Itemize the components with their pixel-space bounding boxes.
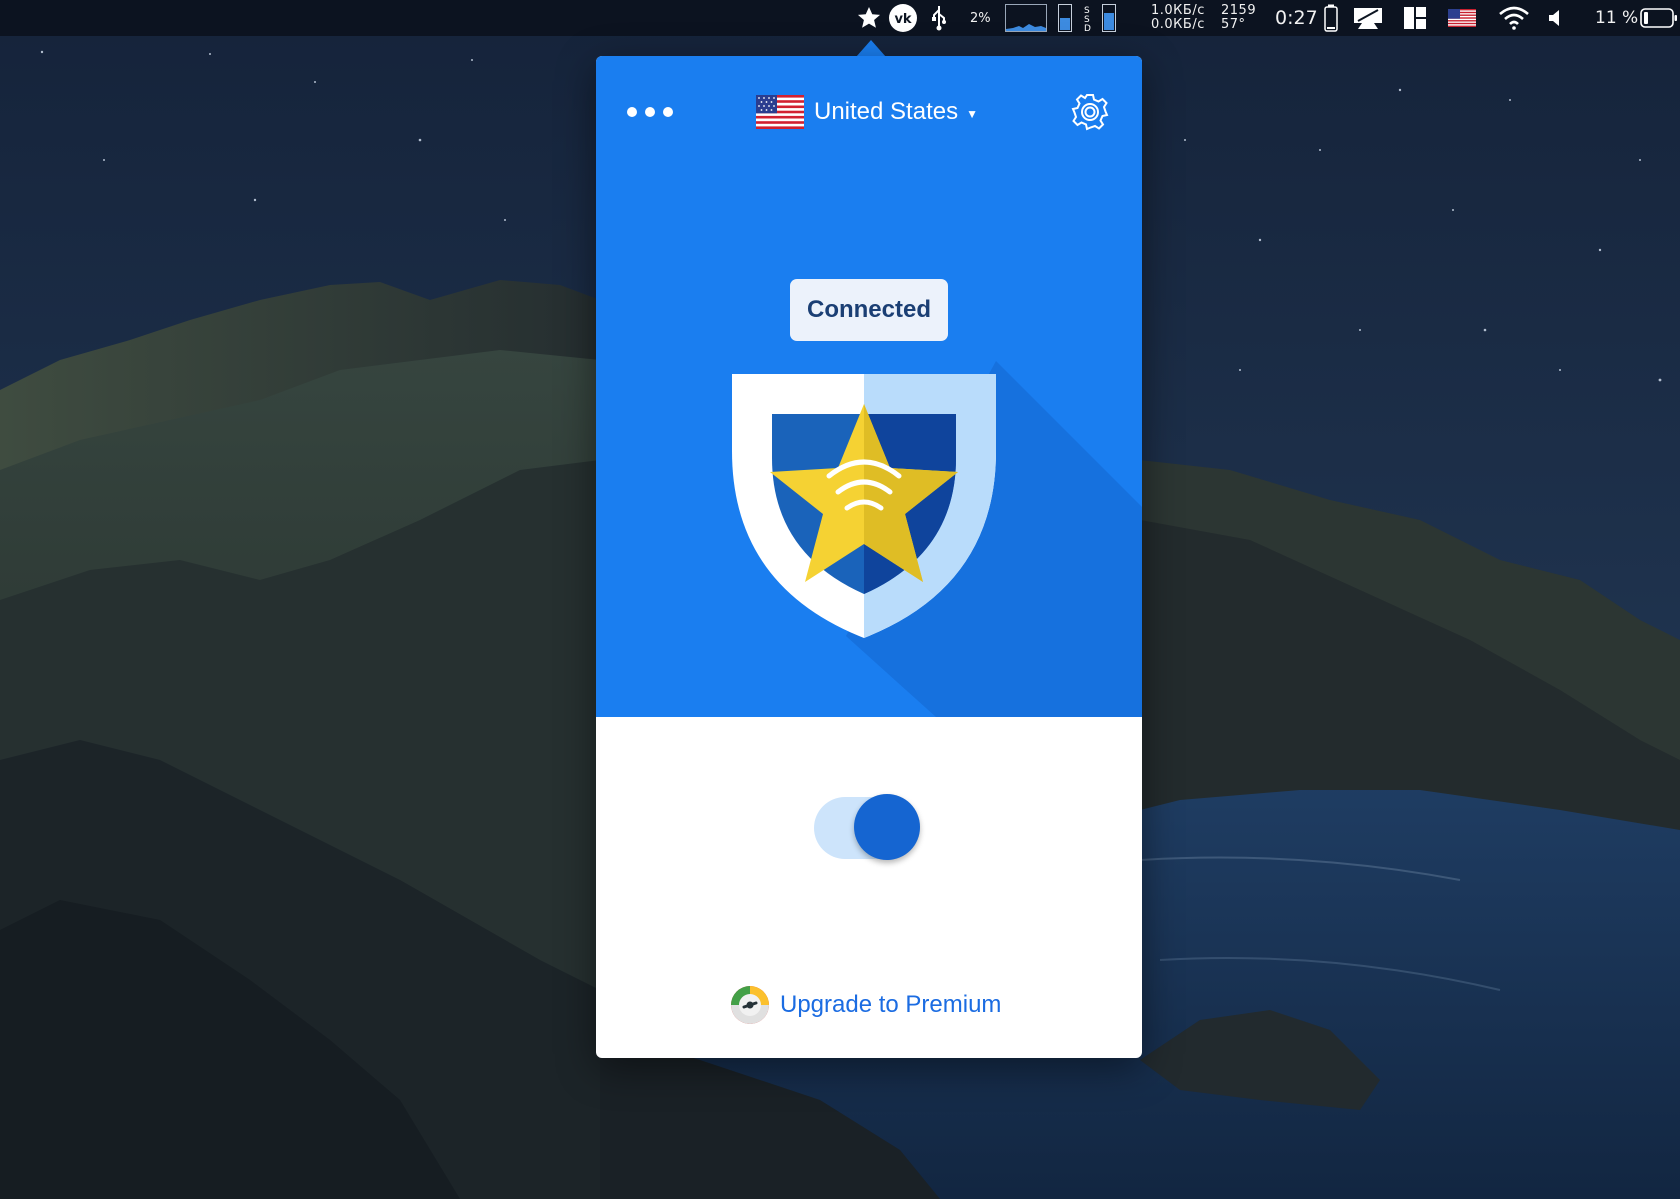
network-speed[interactable]: 1.0КБ/с 0.0КБ/с [1151,0,1205,36]
sensors[interactable]: 2159 57° [1221,0,1256,36]
battery-percent[interactable]: 11 % [1595,0,1638,36]
us-flag-icon[interactable] [1448,0,1476,36]
ssd-icon[interactable]: SSD [1082,0,1118,36]
svg-text:vk: vk [894,12,911,27]
vpn-popover: United States ▼ Connected Upgrade to Pre… [596,56,1142,1058]
temperature: 57° [1221,17,1246,32]
toggle-knob[interactable] [854,794,920,860]
battery-icon[interactable] [1640,0,1678,36]
vpn-toggle[interactable] [814,794,920,862]
connection-panel: United States ▼ Connected [596,56,1142,717]
popover-caret [856,40,886,57]
clock[interactable]: 0:27 [1275,0,1318,36]
memory-bar-icon[interactable] [1058,0,1072,36]
cpu-graph-icon[interactable] [1005,0,1047,36]
wifi-icon[interactable] [1498,0,1530,36]
cpu-percent[interactable]: 2% [970,0,991,36]
shield-icon [732,361,1142,717]
more-icon[interactable] [626,102,674,122]
fan-rpm: 2159 [1221,3,1257,18]
svg-text:D: D [1084,24,1091,33]
gear-icon[interactable] [1070,92,1110,132]
us-flag-icon [756,95,804,129]
chevron-down-icon: ▼ [966,107,978,121]
net-down: 0.0КБ/с [1151,17,1205,32]
volume-icon[interactable] [1548,0,1564,36]
speedometer-icon [731,986,769,1024]
battery-icon[interactable] [1324,0,1338,36]
display-icon[interactable] [1352,0,1384,36]
vk-icon[interactable]: vk [888,0,918,36]
star-icon[interactable] [856,0,882,36]
country-name: United States [814,98,959,125]
country-selector[interactable]: United States ▼ [756,92,978,132]
net-up: 1.0КБ/с [1151,3,1205,18]
grid-icon[interactable] [1403,0,1427,36]
upgrade-label: Upgrade to Premium [780,991,1002,1018]
usb-icon[interactable] [929,0,949,36]
status-badge: Connected [790,279,948,341]
menu-bar: vk 2% SSD 1.0КБ/с0.0КБ/с 215957° 0:27 [0,0,1680,36]
upgrade-link[interactable]: Upgrade to Premium [730,983,1001,1027]
